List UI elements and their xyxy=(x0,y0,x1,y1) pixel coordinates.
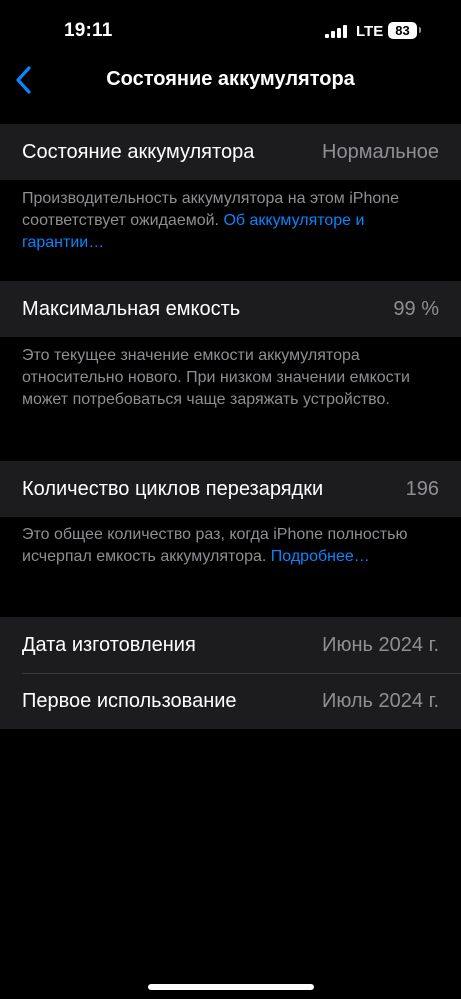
network-type: LTE xyxy=(356,23,384,40)
cycle-count-value: 196 xyxy=(405,477,439,500)
first-use-value: Июль 2024 г. xyxy=(321,689,439,712)
battery-health-label: Состояние аккумулятора xyxy=(22,140,255,163)
row-divider xyxy=(22,673,461,674)
manufacture-date-row: Дата изготовления Июнь 2024 г. xyxy=(0,617,461,673)
cycle-count-group: Количество циклов перезарядки 196 xyxy=(0,461,461,517)
cycle-count-row: Количество циклов перезарядки 196 xyxy=(0,461,461,517)
home-indicator[interactable] xyxy=(148,984,314,990)
dates-group: Дата изготовления Июнь 2024 г. Первое ис… xyxy=(0,617,461,729)
learn-more-link[interactable]: Подробнее… xyxy=(271,548,370,565)
battery-health-row: Состояние аккумулятора Нормальное xyxy=(0,124,461,180)
first-use-row: Первое использование Июль 2024 г. xyxy=(0,673,461,729)
navigation-bar: Состояние аккумулятора xyxy=(0,62,461,102)
page-title: Состояние аккумулятора xyxy=(106,68,355,90)
status-bar: 19:11 LTE 83 xyxy=(0,0,461,62)
max-capacity-label: Максимальная емкость xyxy=(22,297,241,320)
battery-health-value: Нормальное xyxy=(322,140,439,163)
manufacture-date-value: Июнь 2024 г. xyxy=(322,633,439,656)
first-use-label: Первое использование xyxy=(22,689,237,712)
battery-icon: 83 xyxy=(388,22,417,39)
battery-nub xyxy=(419,27,421,33)
cycle-count-footnote: Это общее количество раз, когда iPhone п… xyxy=(22,524,442,568)
cellular-signal-icon xyxy=(325,25,347,38)
battery-level: 83 xyxy=(395,23,410,38)
manufacture-date-label: Дата изготовления xyxy=(22,633,196,656)
max-capacity-footnote-text: Это текущее значение емкости аккумулятор… xyxy=(22,347,410,408)
max-capacity-footnote: Это текущее значение емкости аккумулятор… xyxy=(22,345,442,411)
status-time: 19:11 xyxy=(64,20,113,41)
battery-health-footnote: Производительность аккумулятора на этом … xyxy=(22,188,442,254)
max-capacity-row: Максимальная емкость 99 % xyxy=(0,281,461,337)
max-capacity-value: 99 % xyxy=(393,297,439,320)
cycle-count-label: Количество циклов перезарядки xyxy=(22,477,324,500)
battery-health-group: Состояние аккумулятора Нормальное xyxy=(0,124,461,180)
max-capacity-group: Максимальная емкость 99 % xyxy=(0,281,461,337)
